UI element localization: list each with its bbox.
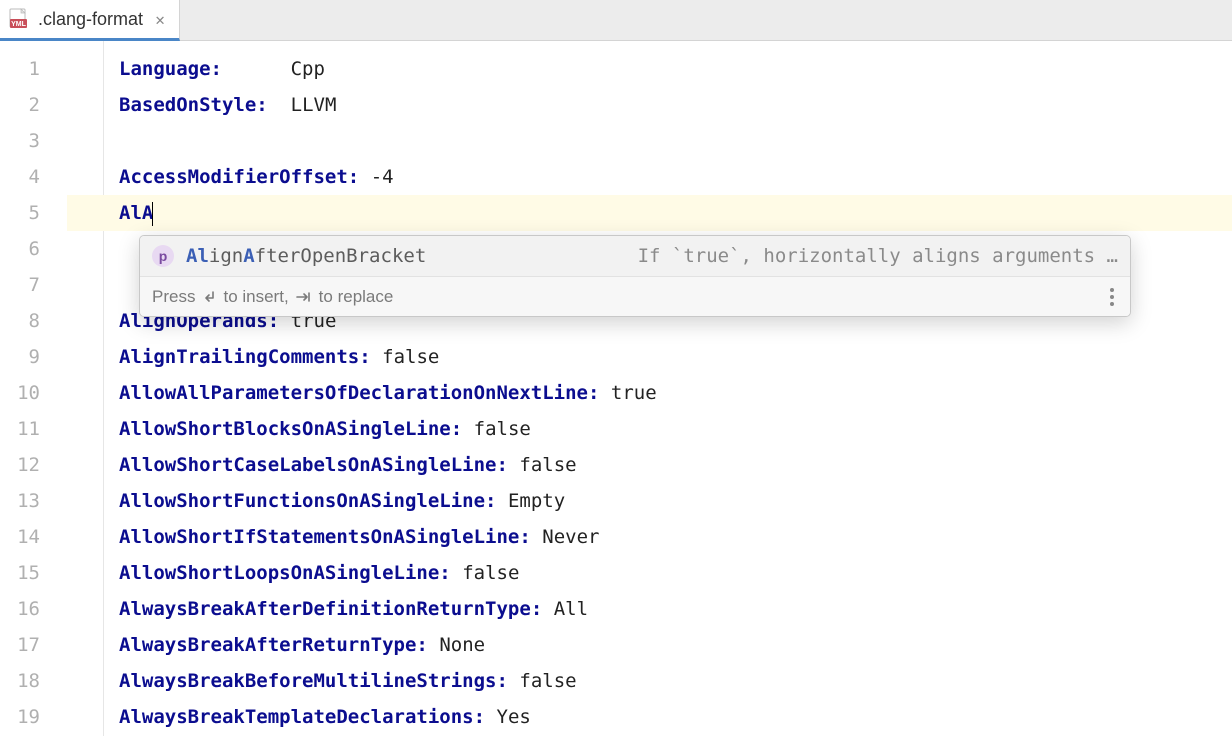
line-number: 17 — [0, 627, 66, 663]
line-number: 16 — [0, 591, 66, 627]
line-number: 6 — [0, 231, 66, 267]
code-line[interactable]: AlwaysBreakAfterDefinitionReturnType: Al… — [67, 591, 1232, 627]
yaml-file-icon: YML — [8, 8, 30, 30]
code-line[interactable]: AllowShortFunctionsOnASingleLine: Empty — [67, 483, 1232, 519]
tab-filename: .clang-format — [38, 9, 143, 30]
line-number: 8 — [0, 303, 66, 339]
file-tab[interactable]: YML .clang-format ✕ — [0, 0, 180, 41]
completion-text: AlignAfterOpenBracket — [186, 245, 426, 267]
code-line[interactable] — [67, 123, 1232, 159]
code-line[interactable]: AllowShortIfStatementsOnASingleLine: Nev… — [67, 519, 1232, 555]
editor-area: 12345678910111213141516171819 Language: … — [0, 41, 1232, 736]
code-line[interactable]: AlignTrailingComments: false — [67, 339, 1232, 375]
line-number: 1 — [0, 51, 66, 87]
code-line[interactable]: AllowShortBlocksOnASingleLine: false — [67, 411, 1232, 447]
completion-footer: Press to insert, to replace — [140, 276, 1130, 316]
code-line[interactable]: AllowShortCaseLabelsOnASingleLine: false — [67, 447, 1232, 483]
property-badge-icon: p — [152, 245, 174, 267]
line-number: 13 — [0, 483, 66, 519]
line-number: 19 — [0, 699, 66, 735]
code-area[interactable]: Language: CppBasedOnStyle: LLVM AccessMod… — [67, 41, 1232, 736]
line-number: 11 — [0, 411, 66, 447]
line-number: 14 — [0, 519, 66, 555]
line-number: 12 — [0, 447, 66, 483]
footer-text: Press — [152, 287, 195, 307]
code-line[interactable]: AlA — [67, 195, 1232, 231]
more-options-icon[interactable] — [1106, 284, 1118, 310]
line-number: 9 — [0, 339, 66, 375]
code-line[interactable]: AllowShortLoopsOnASingleLine: false — [67, 555, 1232, 591]
tab-bar: YML .clang-format ✕ — [0, 0, 1232, 41]
gutter: 12345678910111213141516171819 — [0, 41, 67, 736]
line-number: 4 — [0, 159, 66, 195]
code-line[interactable]: AlwaysBreakTemplateDeclarations: Yes — [67, 699, 1232, 735]
line-number: 18 — [0, 663, 66, 699]
completion-popup: p AlignAfterOpenBracket If `true`, horiz… — [139, 235, 1131, 317]
completion-item[interactable]: p AlignAfterOpenBracket If `true`, horiz… — [140, 236, 1130, 276]
line-number: 15 — [0, 555, 66, 591]
line-number: 10 — [0, 375, 66, 411]
line-number: 3 — [0, 123, 66, 159]
enter-key-icon — [201, 289, 217, 305]
line-number: 7 — [0, 267, 66, 303]
close-tab-icon[interactable]: ✕ — [151, 10, 169, 28]
code-line[interactable]: AlwaysBreakAfterReturnType: None — [67, 627, 1232, 663]
code-line[interactable]: AccessModifierOffset: -4 — [67, 159, 1232, 195]
code-line[interactable]: AllowAllParametersOfDeclarationOnNextLin… — [67, 375, 1232, 411]
text-cursor — [152, 202, 153, 226]
svg-text:YML: YML — [11, 21, 27, 28]
code-line[interactable]: Language: Cpp — [67, 51, 1232, 87]
tab-key-icon — [295, 289, 313, 305]
code-line[interactable]: AlwaysBreakBeforeMultilineStrings: false — [67, 663, 1232, 699]
completion-doc: If `true`, horizontally aligns arguments… — [638, 245, 1118, 267]
line-number: 2 — [0, 87, 66, 123]
footer-text: to insert, — [223, 287, 288, 307]
footer-text: to replace — [319, 287, 394, 307]
code-line[interactable]: BasedOnStyle: LLVM — [67, 87, 1232, 123]
line-number: 5 — [0, 195, 66, 231]
